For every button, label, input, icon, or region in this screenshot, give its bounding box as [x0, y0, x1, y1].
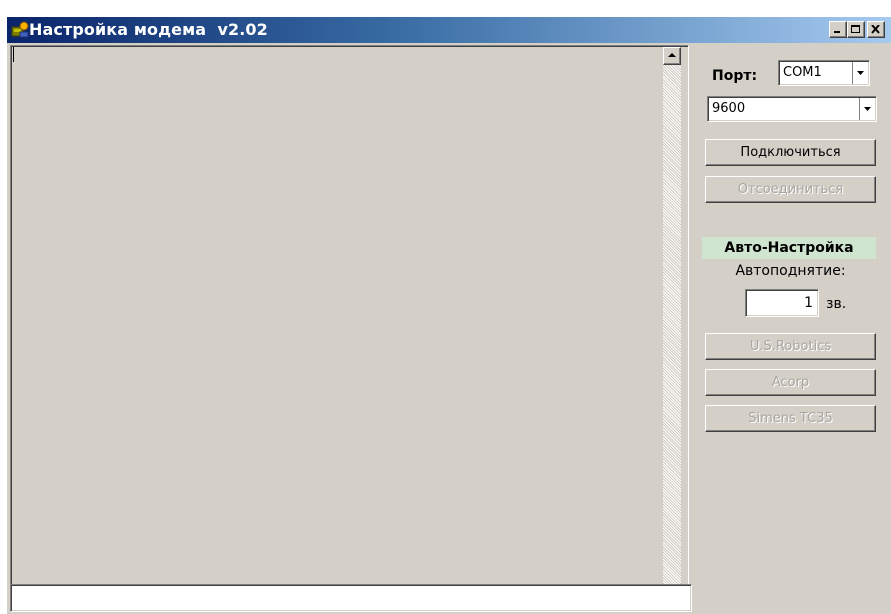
maximize-icon	[851, 25, 860, 33]
close-icon	[871, 25, 880, 34]
port-dropdown-button[interactable]	[852, 62, 868, 84]
scroll-up-button[interactable]	[663, 47, 681, 65]
speed-value: 9600	[712, 101, 746, 116]
arrow-up-icon	[668, 53, 676, 57]
command-input[interactable]	[10, 584, 692, 612]
speed-dropdown-button[interactable]	[859, 98, 875, 120]
rings-unit-label: зв.	[826, 296, 847, 312]
title-bar[interactable]: Настройка модема v2.02	[7, 17, 891, 43]
siemens-tc35-button[interactable]: Simens TC35	[705, 405, 876, 432]
maximize-button[interactable]	[847, 21, 865, 38]
chevron-down-icon	[857, 71, 864, 75]
autoanswer-label: Автоподнятие:	[735, 263, 846, 279]
disconnect-button[interactable]: Отсоединиться	[705, 176, 876, 203]
speed-select[interactable]: 9600	[707, 96, 877, 122]
modem-app-icon	[11, 21, 29, 38]
text-cursor	[13, 47, 14, 62]
connect-button[interactable]: Подключиться	[705, 139, 876, 166]
port-label: Порт:	[712, 68, 758, 84]
port-select[interactable]: COM1	[778, 60, 870, 86]
log-scrollbar[interactable]	[663, 47, 681, 605]
minimize-icon	[834, 31, 840, 33]
minimize-button[interactable]	[829, 21, 847, 38]
window-title: Настройка модема v2.02	[29, 20, 268, 39]
rings-count-input[interactable]: 1	[745, 289, 819, 317]
auto-setup-header: Авто-Настройка	[702, 237, 876, 259]
close-button[interactable]	[867, 21, 885, 38]
usrobotics-button[interactable]: U.S.Robotics	[705, 333, 876, 360]
chevron-down-icon	[864, 107, 871, 111]
log-output[interactable]	[10, 45, 689, 607]
port-value: COM1	[783, 65, 822, 80]
acorp-button[interactable]: Acorp	[705, 369, 876, 396]
